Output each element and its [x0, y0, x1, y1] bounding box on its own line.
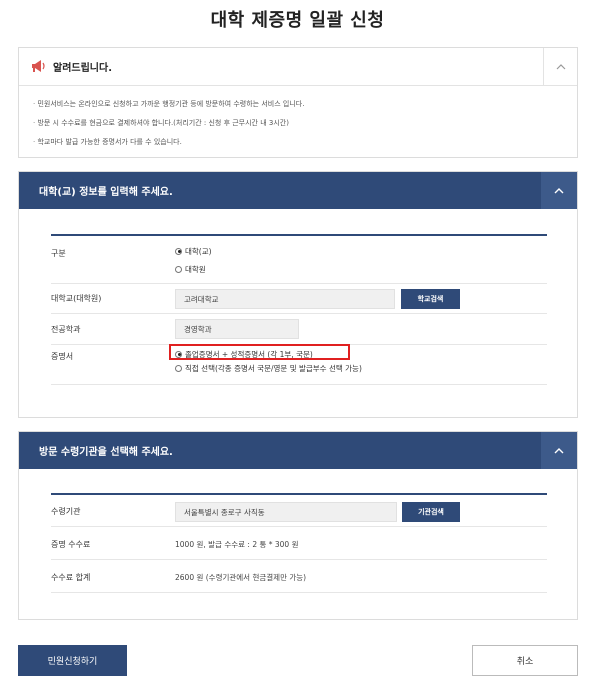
- fee-value: 1000 원, 발급 수수료 : 2 통 * 300 원: [175, 540, 299, 549]
- notice-item: 방문 시 수수료를 현금으로 결제하셔야 합니다.(처리기간 : 신청 후 근무…: [33, 114, 563, 133]
- notice-item: 학교마다 발급 가능한 증명서가 다를 수 있습니다.: [33, 133, 563, 152]
- page-title: 대학 제증명 일괄 신청: [210, 10, 385, 31]
- notice-box: 알려드립니다. 민원서비스는 온라인으로 신청하고 가까운 행정기관 등에 방문…: [18, 47, 578, 158]
- megaphone-icon: [31, 59, 47, 75]
- total-value: 2600 원 (수령기관에서 현금결제만 가능): [175, 573, 307, 582]
- school-input[interactable]: 고려대학교: [175, 289, 395, 309]
- office-label: 수령기관: [51, 507, 81, 516]
- fee-row: 증명 수수료 1000 원, 발급 수수료 : 2 통 * 300 원: [51, 527, 547, 560]
- office-search-button[interactable]: 기관검색: [402, 502, 460, 522]
- category-radio-group: 대학(교) 대학원: [175, 244, 212, 276]
- cancel-button[interactable]: 취소: [472, 645, 578, 676]
- major-input[interactable]: 경영학과: [175, 319, 299, 339]
- major-row: 전공학과 경영학과: [51, 314, 547, 345]
- office-row: 수령기관 서울특별시 종로구 사직동 기관검색: [51, 495, 547, 527]
- total-row: 수수료 합계 2600 원 (수령기관에서 현금결제만 가능): [51, 560, 547, 593]
- school-info-section: 대학(교) 정보를 입력해 주세요. 구분 대학(교) 대학원 대학교(대학원): [18, 171, 578, 418]
- major-label: 전공학과: [51, 325, 81, 334]
- school-label: 대학교(대학원): [51, 294, 102, 303]
- chevron-up-icon: [554, 187, 564, 193]
- notice-list: 민원서비스는 온라인으로 신청하고 가까운 행정기관 등에 방문하여 수령하는 …: [19, 86, 577, 161]
- total-label: 수수료 합계: [51, 573, 91, 582]
- certificate-row: 증명서 졸업증명서 + 성적증명서 (각 1부, 국문) 직접 선택(각종 증명…: [51, 344, 547, 384]
- office-section-collapse-button[interactable]: [541, 432, 577, 469]
- category-option-label: 대학원: [185, 264, 206, 274]
- notice-collapse-button[interactable]: [543, 48, 577, 86]
- notice-item: 민원서비스는 온라인으로 신청하고 가까운 행정기관 등에 방문하여 수령하는 …: [33, 95, 563, 114]
- radio-selected-icon: [175, 247, 182, 255]
- notice-title: 알려드립니다.: [53, 63, 112, 74]
- radio-unselected-icon: [175, 364, 182, 372]
- certificate-label: 증명서: [51, 352, 74, 361]
- category-option-graduate[interactable]: 대학원: [175, 262, 212, 276]
- category-option-label: 대학(교): [185, 246, 212, 256]
- fee-label: 증명 수수료: [51, 540, 91, 549]
- school-section-header: 대학(교) 정보를 입력해 주세요.: [19, 172, 577, 209]
- school-form-table: 구분 대학(교) 대학원 대학교(대학원) 고려대학교 학교검색 전공학과 경영…: [51, 234, 547, 385]
- school-row: 대학교(대학원) 고려대학교 학교검색: [51, 284, 547, 314]
- school-section-collapse-button[interactable]: [541, 172, 577, 209]
- apply-button[interactable]: 민원신청하기: [18, 645, 127, 676]
- category-row: 구분 대학(교) 대학원: [51, 236, 547, 284]
- radio-unselected-icon: [175, 265, 182, 273]
- office-input[interactable]: 서울특별시 종로구 사직동: [175, 502, 397, 522]
- office-section-header: 방문 수령기관을 선택해 주세요.: [19, 432, 577, 469]
- category-option-college[interactable]: 대학(교): [175, 244, 212, 258]
- office-form-table: 수령기관 서울특별시 종로구 사직동 기관검색 증명 수수료 1000 원, 발…: [51, 493, 547, 593]
- highlight-box: [169, 344, 350, 360]
- chevron-up-icon: [554, 447, 564, 453]
- certificate-option-custom[interactable]: 직접 선택(각종 증명서 국문/영문 및 발급부수 선택 가능): [175, 361, 362, 375]
- school-search-button[interactable]: 학교검색: [401, 289, 460, 309]
- certificate-option-label: 직접 선택(각종 증명서 국문/영문 및 발급부수 선택 가능): [185, 363, 362, 373]
- category-label: 구분: [51, 249, 66, 258]
- notice-header: 알려드립니다.: [19, 48, 577, 86]
- school-section-title: 대학(교) 정보를 입력해 주세요.: [39, 187, 173, 198]
- chevron-up-icon: [556, 64, 565, 70]
- office-section: 방문 수령기관을 선택해 주세요. 수령기관 서울특별시 종로구 사직동 기관검…: [18, 431, 578, 620]
- office-section-title: 방문 수령기관을 선택해 주세요.: [39, 447, 173, 458]
